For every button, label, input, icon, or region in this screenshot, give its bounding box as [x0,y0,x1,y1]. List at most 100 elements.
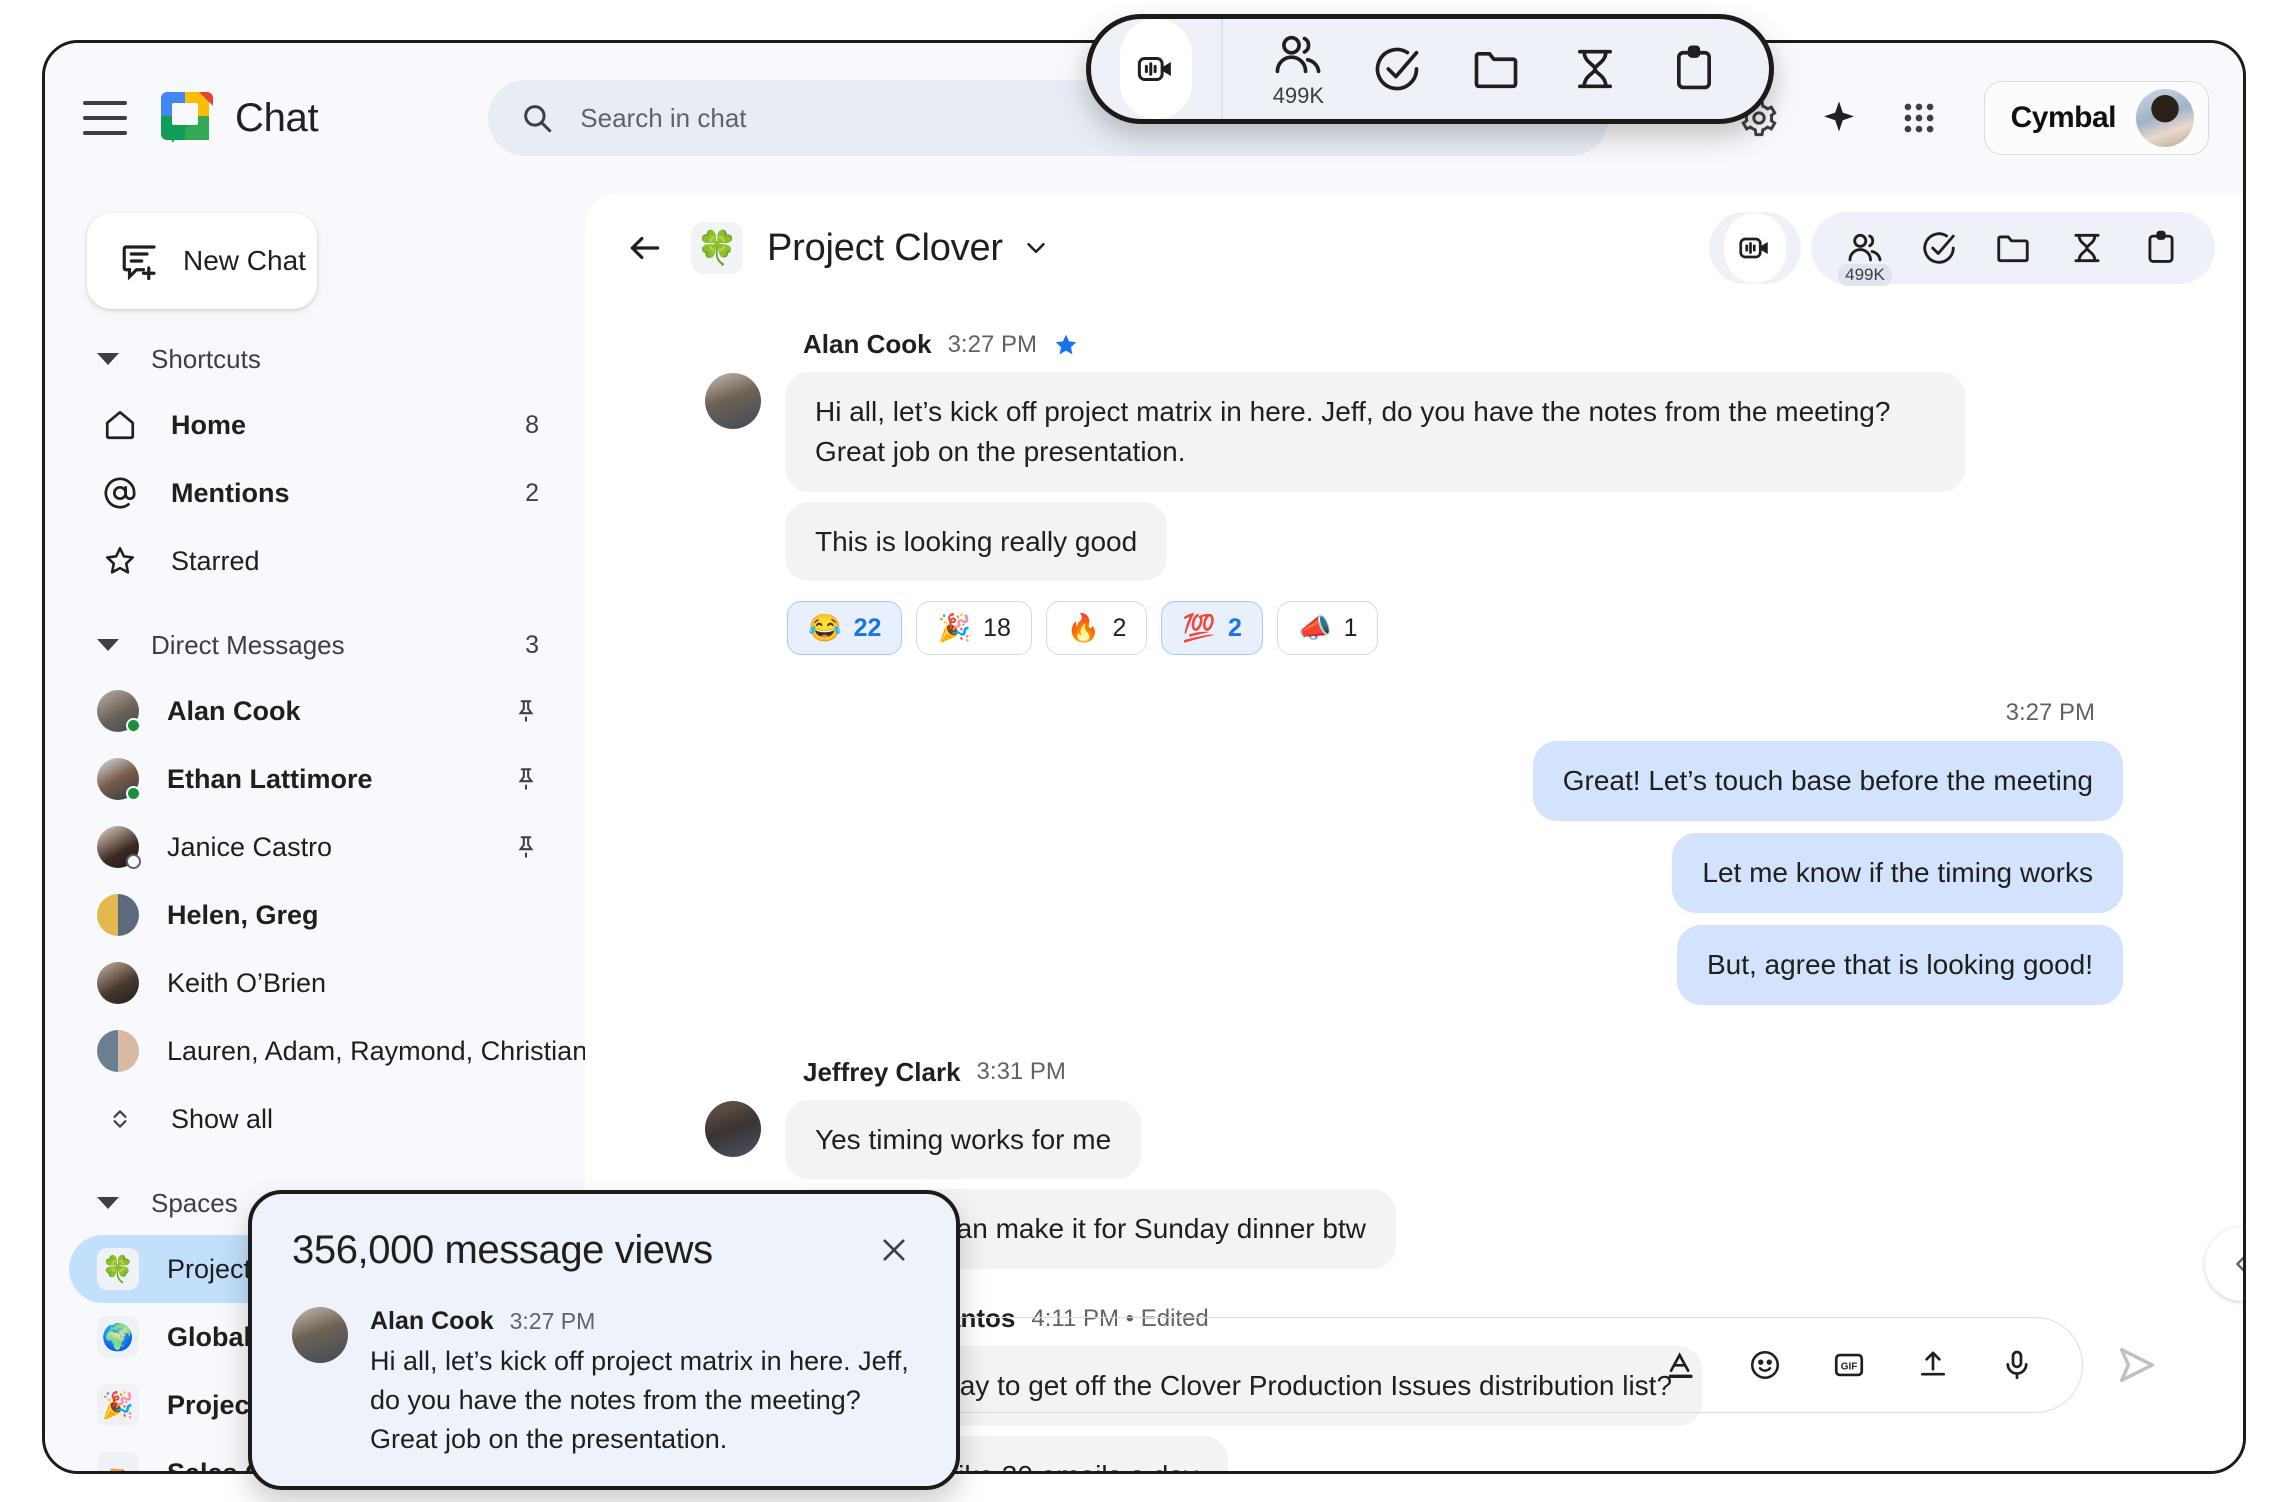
clipboard-icon[interactable] [2133,220,2189,276]
at-icon [97,476,143,510]
message-bubble: This is looking really good [785,502,1167,582]
chevron-down-icon[interactable] [1021,233,1051,263]
topbar-actions: Cymbal [1736,81,2209,155]
sidebar-item-keith-obrien[interactable]: Keith O’Brien [69,949,561,1017]
tool-group: 499K [1811,212,2215,284]
upload-icon[interactable] [1904,1336,1962,1394]
conversation-tools: 499K [1709,212,2215,284]
chevron-left-icon [2228,1250,2243,1278]
new-chat-icon [119,240,161,282]
message-author: Alan Cook [370,1307,494,1336]
reaction-emoji: 🎉 [937,612,971,644]
reaction-list: 😂 22 🎉 18 🔥 2 💯 2 [787,601,1378,655]
unread-count: 2 [525,479,539,508]
pin-icon[interactable] [513,698,539,724]
close-icon[interactable] [872,1228,916,1272]
sidebar-item-mentions[interactable]: Mentions 2 [69,459,561,527]
brand-name: Cymbal [2011,101,2116,135]
sparkle-icon[interactable] [1816,95,1862,141]
sidebar-item-label: Helen, Greg [167,900,319,931]
presence-indicator [126,718,141,733]
reaction-chip[interactable]: 💯 2 [1161,601,1263,655]
apps-grid-icon[interactable] [1896,95,1942,141]
home-icon [97,408,143,442]
star-icon[interactable] [1053,332,1079,358]
sidebar-item-janice-castro[interactable]: Janice Castro [69,813,561,881]
emoji-icon[interactable] [1736,1336,1794,1394]
sidebar-item-starred[interactable]: Starred [69,527,561,595]
google-chat-logo [161,92,213,144]
check-circle-icon[interactable] [1911,220,1967,276]
member-count: 499K [1273,83,1324,109]
message-bubble: But, agree that is looking good! [1677,925,2123,1005]
reaction-chip[interactable]: 🎉 18 [916,601,1031,655]
party-popper-icon: 🎉 [97,1384,139,1426]
sidebar-item-label: Mentions [171,478,290,509]
message-bubble: Yes timing works for me [785,1100,1141,1180]
folder-icon[interactable] [1985,220,2041,276]
message-time: 3:27 PM [510,1308,596,1335]
star-outline-icon [97,544,143,578]
folder-icon[interactable] [1470,43,1522,95]
account-switcher[interactable]: Cymbal [1984,81,2209,155]
sidebar-item-ethan-lattimore[interactable]: Ethan Lattimore [69,745,561,813]
presence-indicator [126,854,141,869]
clover-icon: 🍀 [97,1248,139,1290]
app-title: Chat [235,96,318,141]
dm-show-all[interactable]: Show all [69,1085,561,1153]
video-call-button[interactable] [1709,212,1801,284]
reaction-count: 2 [1113,614,1127,643]
clover-icon: 🍀 [691,222,743,274]
reaction-emoji: 😂 [808,612,842,644]
avatar [705,1101,761,1157]
tent-icon: ⛺ [97,1452,139,1471]
message-text: Hi all, let’s kick off project matrix in… [370,1342,916,1459]
check-circle-icon[interactable] [1371,43,1423,95]
hamburger-menu-icon[interactable] [83,101,127,135]
section-direct-messages[interactable]: Direct Messages 3 [69,613,561,677]
message-author: Jeffrey Clark [803,1057,961,1088]
views-title: 356,000 message views [292,1228,713,1273]
reaction-chip[interactable]: 😂 22 [787,601,902,655]
sidebar-item-alan-cook[interactable]: Alan Cook [69,677,561,745]
sidebar-item-group-dm[interactable]: Lauren, Adam, Raymond, Christian [69,1017,561,1085]
hourglass-icon[interactable] [2059,220,2115,276]
avatar [705,373,761,429]
section-title: Shortcuts [151,344,261,375]
avatar[interactable] [2136,89,2194,147]
section-count: 3 [525,631,539,660]
section-title: Spaces [151,1188,238,1219]
hourglass-icon[interactable] [1569,43,1621,95]
chevron-down-icon [97,639,119,651]
message-meta: Jeffrey Clark 3:31 PM [803,1057,1066,1088]
sidebar-item-home[interactable]: Home 8 [69,391,561,459]
new-chat-button[interactable]: New Chat [87,213,317,309]
reaction-chip[interactable]: 📣 1 [1277,601,1379,655]
conversation-header: 🍀 Project Clover [585,193,2243,303]
chevron-down-icon [97,1197,119,1209]
reaction-chip[interactable]: 🔥 2 [1046,601,1148,655]
people-icon[interactable]: 499K [1837,220,1893,276]
message-bubble: Hi all, let’s kick off project matrix in… [785,372,1965,492]
views-header: 356,000 message views [292,1228,916,1273]
section-shortcuts[interactable]: Shortcuts [69,327,561,391]
pin-icon[interactable] [513,834,539,860]
message-meta: Alan Cook 3:27 PM [803,329,1079,360]
sidebar-item-label: Janice Castro [167,832,332,863]
sidebar-item-helen-greg[interactable]: Helen, Greg [69,881,561,949]
format-text-icon[interactable] [1652,1336,1710,1394]
sidebar-item-label: Lauren, Adam, Raymond, Christian [167,1036,585,1067]
member-count: 499K [1838,264,1892,286]
send-icon[interactable] [2107,1335,2167,1395]
avatar [97,1030,139,1072]
gif-icon[interactable]: GIF [1820,1336,1878,1394]
sidebar-item-label: Home [171,410,246,441]
video-call-button-magnified[interactable] [1091,19,1223,119]
page-title: Project Clover [767,227,1003,270]
people-icon[interactable]: 499K [1272,29,1324,109]
pin-icon[interactable] [513,766,539,792]
microphone-icon[interactable] [1988,1336,2046,1394]
clipboard-icon[interactable] [1668,43,1720,95]
back-arrow-icon[interactable] [621,224,669,272]
reaction-emoji: 💯 [1182,612,1216,644]
